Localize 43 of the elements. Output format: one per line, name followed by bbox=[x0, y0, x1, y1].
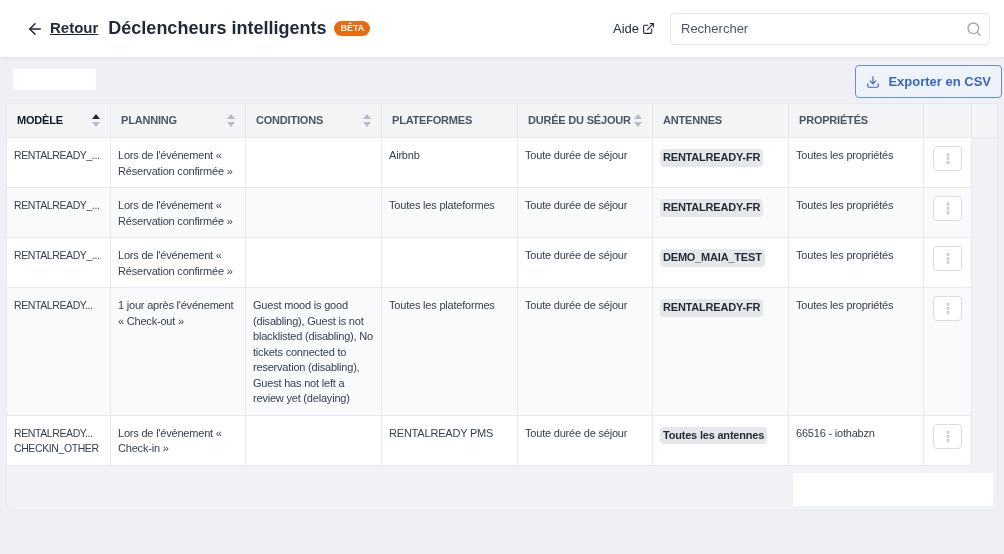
column-header: PLANNING bbox=[121, 113, 177, 129]
table-cell: Toutes les propriétés bbox=[796, 199, 894, 211]
table-cell: RENTALREADY_... bbox=[14, 199, 100, 211]
table-cell: Toute durée de séjour bbox=[525, 249, 628, 261]
table-cell: Toute durée de séjour bbox=[525, 299, 628, 311]
table-cell: Toute durée de séjour bbox=[525, 199, 628, 211]
column-header: PROPRIÉTÉS bbox=[799, 113, 868, 129]
table-cell: RENTALREADY... CHECKIN_OTHER bbox=[14, 426, 99, 454]
table-cell: Lors de l'événement « Réservation confirmée » bbox=[118, 249, 233, 277]
table-cell: Toute durée de séjour bbox=[525, 426, 628, 439]
back-link[interactable]: Retour bbox=[50, 17, 99, 40]
antenna-tag: RENTALREADY-FR bbox=[660, 149, 764, 167]
help-link[interactable]: Aide bbox=[612, 18, 655, 39]
table-cell: Toutes les propriétés bbox=[796, 299, 894, 311]
table-cell: Toutes les propriétés bbox=[796, 149, 894, 161]
table-cell: Toute durée de séjour bbox=[525, 149, 628, 161]
table-cell: RENTALREADY_... bbox=[14, 249, 100, 261]
table-cell: Lors de l'événement « Réservation confirmée » bbox=[118, 149, 233, 177]
column-header: CONDITIONS bbox=[256, 113, 324, 129]
table-cell: RENTALREADY PMS bbox=[389, 426, 494, 439]
antenna-tag: Toutes les antennes bbox=[660, 426, 768, 444]
table-cell: Lors de l'événement « Check-in » bbox=[118, 426, 222, 454]
page-title: Déclencheurs intelligents bbox=[108, 17, 327, 40]
column-header: DURÉE DU SÉJOUR bbox=[528, 113, 631, 129]
search-field[interactable]: Rechercher bbox=[670, 12, 990, 45]
table-cell: Toutes les propriétés bbox=[796, 249, 894, 261]
column-header: ANTENNES bbox=[663, 113, 722, 129]
table-cell: Toutes les plateformes bbox=[389, 299, 495, 311]
table-cell: Toutes les plateformes bbox=[389, 199, 495, 211]
column-header: PLATEFORMES bbox=[392, 113, 473, 129]
table-cell: Airbnb bbox=[389, 149, 420, 161]
beta-badge: BÊTA bbox=[334, 20, 371, 37]
table-cell: 1 jour après l'événement « Check-out » bbox=[118, 299, 234, 327]
column-header: MODÈLE bbox=[17, 113, 63, 129]
antenna-tag: RENTALREADY-FR bbox=[660, 199, 764, 217]
antenna-tag: RENTALREADY-FR bbox=[660, 299, 764, 317]
table-cell: Lors de l'événement « Réservation confirmée » bbox=[118, 199, 233, 227]
export-csv-button[interactable]: Exporter en CSV bbox=[855, 65, 1002, 98]
table-cell: 66516 - iothabzn bbox=[796, 426, 875, 439]
table-cell: Guest mood is good (disabling), Guest is not blacklisted (disabling), No tickets connected to reservation (disabling), Guest has not left a review yet (delaying) bbox=[253, 299, 373, 404]
table-cell: RENTALREADY_... bbox=[14, 149, 100, 161]
table-cell: RENTALREADY... bbox=[14, 299, 93, 311]
antenna-tag: DEMO_MAIA_TEST bbox=[660, 249, 765, 267]
